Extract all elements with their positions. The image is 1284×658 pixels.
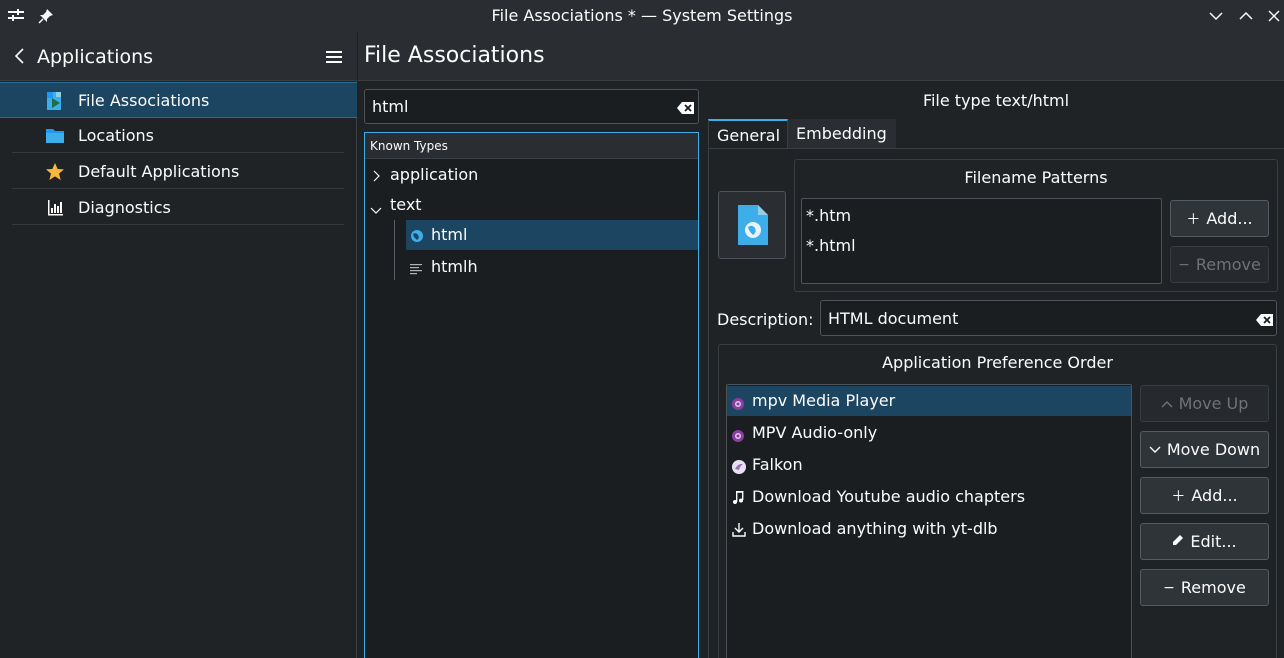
tree-item-label: html xyxy=(431,225,468,244)
plus-icon: ＋ xyxy=(1186,211,1201,228)
search-input[interactable] xyxy=(365,90,665,123)
tree-item-label: application xyxy=(390,165,479,184)
list-item-mpv[interactable]: mpv Media Player xyxy=(727,386,1131,416)
folder-icon xyxy=(44,126,66,146)
mime-icon-button[interactable] xyxy=(718,191,786,259)
list-item-label: Download anything with yt-dlb xyxy=(752,519,998,538)
app-preference-list[interactable]: mpv Media Player MPV Audio-only Falkon D… xyxy=(726,384,1132,658)
sidebar: Applications File Associations Locations… xyxy=(0,32,357,658)
divider xyxy=(12,188,344,189)
button-label: Add... xyxy=(1191,486,1238,505)
remove-pattern-button[interactable]: − Remove xyxy=(1170,246,1269,283)
list-item[interactable]: *.html xyxy=(806,231,1156,261)
chevron-down-icon xyxy=(1149,442,1161,458)
title-bar: File Associations * — System Settings xyxy=(0,0,1284,32)
list-item-falkon[interactable]: Falkon xyxy=(727,450,1131,480)
tree-item-label: text xyxy=(390,195,422,214)
button-label: Move Up xyxy=(1178,394,1249,413)
file-associations-icon xyxy=(44,91,66,111)
pattern-label: *.htm xyxy=(806,206,852,225)
star-icon xyxy=(44,162,66,182)
diagnostics-icon xyxy=(44,198,66,218)
tree-item-html[interactable]: html xyxy=(406,220,698,250)
description-field[interactable]: HTML document xyxy=(820,300,1277,336)
button-label: Edit... xyxy=(1190,532,1237,551)
plus-icon: ＋ xyxy=(1171,488,1186,505)
sidebar-header: Applications xyxy=(0,32,357,81)
sidebar-item-locations[interactable]: Locations xyxy=(0,118,357,154)
minus-icon: − xyxy=(1163,579,1175,596)
minimize-icon[interactable] xyxy=(1206,6,1226,26)
tree-item-application[interactable]: application xyxy=(365,160,698,190)
back-icon[interactable] xyxy=(12,46,28,66)
list-item-label: mpv Media Player xyxy=(752,391,896,410)
move-down-button[interactable]: Move Down xyxy=(1140,431,1269,468)
falkon-icon xyxy=(732,459,746,478)
button-label: Add... xyxy=(1206,209,1253,228)
sidebar-title: Applications xyxy=(37,46,154,68)
chevron-up-icon xyxy=(1161,396,1173,412)
page-title: File Associations xyxy=(364,43,545,68)
pencil-icon xyxy=(1172,534,1184,550)
list-item-label: MPV Audio-only xyxy=(752,423,878,442)
app-preference-title: Application Preference Order xyxy=(882,353,1113,372)
add-pattern-button[interactable]: ＋ Add... xyxy=(1170,200,1269,237)
main-header: File Associations xyxy=(358,32,1284,81)
divider xyxy=(12,152,344,153)
list-item[interactable]: *.htm xyxy=(806,201,1156,231)
sidebar-item-label: File Associations xyxy=(78,91,210,110)
tree-item-htmlh[interactable]: htmlh xyxy=(406,252,698,282)
music-note-icon xyxy=(732,490,746,509)
button-label: Remove xyxy=(1195,255,1261,274)
tree-item-label: htmlh xyxy=(431,257,478,276)
button-label: Remove xyxy=(1180,578,1246,597)
list-item-mpv-audio[interactable]: MPV Audio-only xyxy=(727,418,1131,448)
edit-application-button[interactable]: Edit... xyxy=(1140,523,1269,560)
chevron-down-icon[interactable] xyxy=(369,200,383,219)
file-type-label: File type text/html xyxy=(922,91,1070,110)
known-types-tree[interactable]: Known Types application text html htmlh xyxy=(364,132,699,658)
close-icon[interactable] xyxy=(1264,6,1284,26)
tab-bar: General Embedding xyxy=(708,119,1284,149)
tree-item-text[interactable]: text xyxy=(365,190,698,220)
html-file-icon xyxy=(736,203,770,251)
sidebar-item-label: Default Applications xyxy=(78,162,240,181)
mpv-icon xyxy=(732,395,744,414)
list-item-label: Download Youtube audio chapters xyxy=(752,487,1026,506)
add-application-button[interactable]: ＋ Add... xyxy=(1140,477,1269,514)
minus-icon: − xyxy=(1178,256,1190,273)
sidebar-item-file-associations[interactable]: File Associations xyxy=(0,82,357,118)
patterns-list[interactable]: *.htm *.html xyxy=(801,198,1162,284)
list-item-youtube-audio[interactable]: Download Youtube audio chapters xyxy=(727,482,1131,512)
filename-patterns-title: Filename Patterns xyxy=(964,168,1108,187)
download-icon xyxy=(732,522,746,541)
sidebar-item-default-applications[interactable]: Default Applications xyxy=(0,154,357,190)
mpv-icon xyxy=(732,427,744,446)
list-item-yt-dlb[interactable]: Download anything with yt-dlb xyxy=(727,514,1131,544)
tab-general[interactable]: General xyxy=(708,119,788,149)
tree-branch-line xyxy=(394,220,395,280)
pattern-label: *.html xyxy=(806,236,856,255)
sidebar-item-diagnostics[interactable]: Diagnostics xyxy=(0,190,357,226)
chevron-right-icon[interactable] xyxy=(371,168,381,187)
tab-embedding[interactable]: Embedding xyxy=(788,119,896,149)
sidebar-item-label: Locations xyxy=(78,126,155,145)
text-lines-icon xyxy=(410,261,424,280)
list-item-label: Falkon xyxy=(752,455,803,474)
description-label: Description: xyxy=(717,310,814,329)
search-field[interactable] xyxy=(364,89,699,124)
button-label: Move Down xyxy=(1166,440,1261,459)
clear-search-icon[interactable] xyxy=(677,100,695,114)
sidebar-item-label: Diagnostics xyxy=(78,198,171,217)
globe-icon xyxy=(410,228,424,247)
divider xyxy=(12,224,344,225)
window-title: File Associations * — System Settings xyxy=(491,6,793,25)
clear-description-icon[interactable] xyxy=(1256,312,1274,326)
hamburger-menu-icon[interactable] xyxy=(324,48,344,66)
move-up-button[interactable]: Move Up xyxy=(1140,385,1269,422)
tree-header: Known Types xyxy=(365,133,698,159)
description-input[interactable]: HTML document xyxy=(828,309,958,328)
maximize-icon[interactable] xyxy=(1236,6,1256,26)
remove-application-button[interactable]: − Remove xyxy=(1140,569,1269,606)
